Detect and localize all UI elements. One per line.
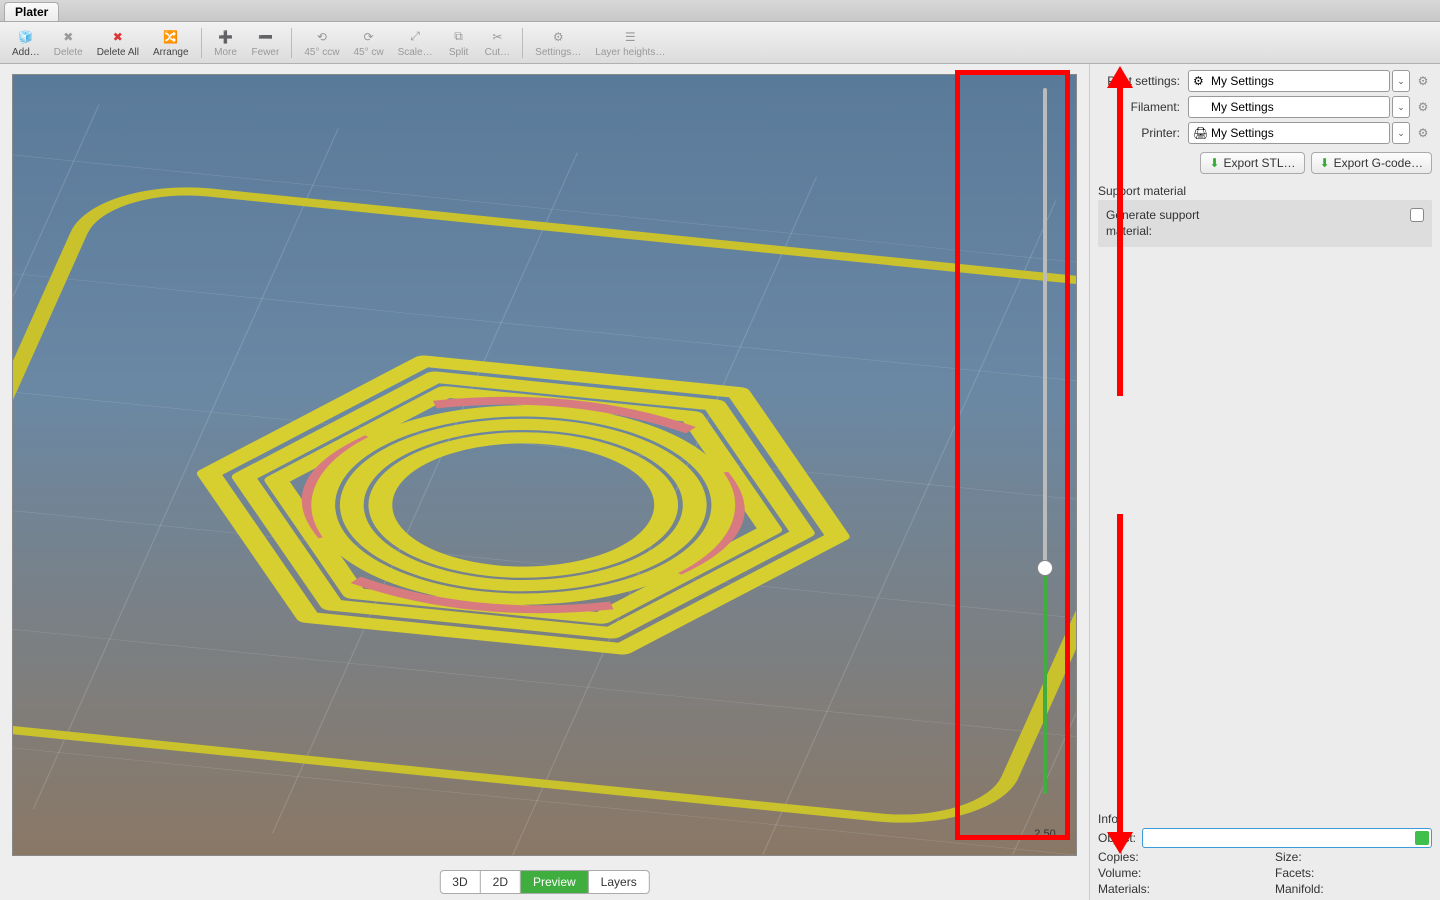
split-button[interactable]: ⧉ Split <box>441 26 477 60</box>
filament-value: My Settings <box>1211 100 1274 114</box>
printer-row: Printer: 🖨 My Settings ⌄ ⚙ <box>1098 122 1432 144</box>
spacer <box>1098 247 1432 806</box>
add-button[interactable]: 🧊 Add… <box>6 26 46 60</box>
printer-icon: 🖨 <box>1193 126 1207 140</box>
object-select[interactable] <box>1142 828 1432 848</box>
slider-fill <box>1043 568 1047 794</box>
view-3d-button[interactable]: 3D <box>440 871 480 893</box>
split-icon: ⧉ <box>450 28 468 46</box>
slider-track[interactable] <box>1043 88 1047 794</box>
viewport-wrap: 2.50 3D 2D Preview Layers <box>0 64 1090 900</box>
view-2d-button[interactable]: 2D <box>481 871 521 893</box>
toolbar-sep <box>201 28 202 58</box>
support-checkbox[interactable] <box>1410 208 1424 222</box>
tab-label: Plater <box>15 5 48 19</box>
gear-icon: ⚙ <box>1193 74 1207 88</box>
gear-icon: ⚙ <box>549 28 567 46</box>
filament-gear[interactable]: ⚙ <box>1414 98 1432 116</box>
facets-label: Facets: <box>1275 866 1432 880</box>
filament-label: Filament: <box>1098 100 1188 114</box>
export-icon: ⬇ <box>1209 156 1219 170</box>
annotation-arrowhead-up <box>1107 66 1133 88</box>
delete-all-icon: ✖ <box>109 28 127 46</box>
manifold-label: Manifold: <box>1275 882 1432 896</box>
print-settings-dropdown[interactable]: ⌄ <box>1392 70 1410 92</box>
export-icon: ⬇ <box>1320 156 1330 170</box>
export-row: ⬇ Export STL… ⬇ Export G-code… <box>1098 152 1432 174</box>
volume-label: Volume: <box>1098 866 1255 880</box>
export-gcode-label: Export G-code… <box>1334 156 1423 170</box>
filament-row: Filament: My Settings ⌄ ⚙ <box>1098 96 1432 118</box>
print-settings-gear[interactable]: ⚙ <box>1414 72 1432 90</box>
export-gcode-button[interactable]: ⬇ Export G-code… <box>1311 152 1432 174</box>
plus-icon: ➕ <box>217 28 235 46</box>
object-row: Object: <box>1098 828 1432 848</box>
info-block: Info Object: Copies: Size: Volume: Facet… <box>1098 806 1432 896</box>
annotation-arrow-up <box>1117 86 1123 396</box>
filament-combo[interactable]: My Settings <box>1188 96 1390 118</box>
info-title: Info <box>1098 812 1432 826</box>
scale-icon: ⤢ <box>406 28 424 46</box>
print-settings-value: My Settings <box>1211 74 1274 88</box>
toolbar-sep <box>522 28 523 58</box>
printer-gear[interactable]: ⚙ <box>1414 124 1432 142</box>
add-icon: 🧊 <box>17 28 35 46</box>
scale-button[interactable]: ⤢ Scale… <box>392 26 439 60</box>
support-section-title: Support material <box>1098 184 1432 198</box>
layer-slider[interactable]: 2.50 <box>1025 84 1065 840</box>
print-settings-row: Print settings: ⚙ My Settings ⌄ ⚙ <box>1098 70 1432 92</box>
rotate-ccw-icon: ⟲ <box>313 28 331 46</box>
annotation-arrow-down <box>1117 514 1123 834</box>
delete-button[interactable]: ✖ Delete <box>48 26 89 60</box>
slider-value: 2.50 <box>1034 828 1055 840</box>
toolbar: 🧊 Add… ✖ Delete ✖ Delete All 🔀 Arrange ➕… <box>0 22 1440 64</box>
fewer-button[interactable]: ➖ Fewer <box>246 26 286 60</box>
delete-icon: ✖ <box>59 28 77 46</box>
more-button[interactable]: ➕ More <box>208 26 244 60</box>
export-stl-button[interactable]: ⬇ Export STL… <box>1200 152 1304 174</box>
rotate-cw-icon: ⟳ <box>360 28 378 46</box>
view-mode-switcher: 3D 2D Preview Layers <box>439 870 649 894</box>
support-label: Generate support material: <box>1106 208 1246 239</box>
arrange-button[interactable]: 🔀 Arrange <box>147 26 195 60</box>
settings-button[interactable]: ⚙ Settings… <box>529 26 587 60</box>
tab-strip: Plater <box>0 0 1440 22</box>
tab-plater[interactable]: Plater <box>4 2 59 21</box>
printer-value: My Settings <box>1211 126 1274 140</box>
cut-button[interactable]: ✂ Cut… <box>479 26 517 60</box>
right-panel: Print settings: ⚙ My Settings ⌄ ⚙ Filame… <box>1090 64 1440 900</box>
cut-icon: ✂ <box>488 28 506 46</box>
rotate-ccw-button[interactable]: ⟲ 45° ccw <box>298 26 345 60</box>
slider-handle[interactable] <box>1037 560 1053 576</box>
printer-combo[interactable]: 🖨 My Settings <box>1188 122 1390 144</box>
delete-all-button[interactable]: ✖ Delete All <box>91 26 145 60</box>
viewport-3d[interactable] <box>12 74 1077 856</box>
filament-dropdown[interactable]: ⌄ <box>1392 96 1410 118</box>
content: 2.50 3D 2D Preview Layers Print settings… <box>0 64 1440 900</box>
layer-heights-button[interactable]: ☰ Layer heights… <box>589 26 671 60</box>
print-settings-combo[interactable]: ⚙ My Settings <box>1188 70 1390 92</box>
layers-icon: ☰ <box>621 28 639 46</box>
view-preview-button[interactable]: Preview <box>521 871 589 893</box>
arrange-icon: 🔀 <box>162 28 180 46</box>
printer-dropdown[interactable]: ⌄ <box>1392 122 1410 144</box>
printer-label: Printer: <box>1098 126 1188 140</box>
size-label: Size: <box>1275 850 1432 864</box>
toolbar-sep <box>291 28 292 58</box>
info-grid: Copies: Size: Volume: Facets: Materials:… <box>1098 850 1432 896</box>
rotate-cw-button[interactable]: ⟳ 45° cw <box>347 26 389 60</box>
viewport-svg <box>13 75 1076 855</box>
export-stl-label: Export STL… <box>1224 156 1296 170</box>
materials-label: Materials: <box>1098 882 1255 896</box>
support-box: Generate support material: <box>1098 200 1432 247</box>
minus-icon: ➖ <box>256 28 274 46</box>
annotation-arrowhead-down <box>1107 832 1133 854</box>
view-layers-button[interactable]: Layers <box>589 871 649 893</box>
